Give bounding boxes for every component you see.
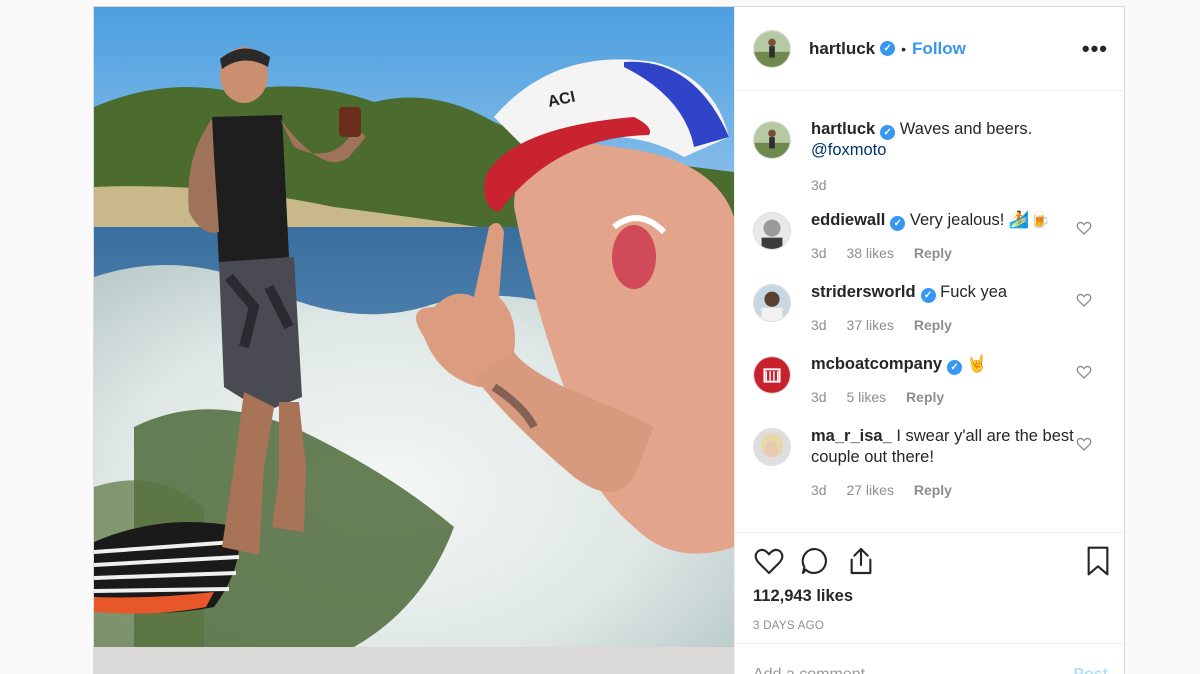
- post-photo-illustration: ACI: [94, 7, 734, 674]
- comment-text: 🤘: [966, 355, 988, 373]
- bookmark-icon[interactable]: [1082, 545, 1114, 577]
- likes-count[interactable]: 112,943 likes: [753, 587, 1108, 606]
- comment-text: Fuck yea: [940, 283, 1008, 301]
- comment-username[interactable]: ma_r_isa_: [811, 427, 892, 445]
- reply-button[interactable]: Reply: [906, 389, 944, 405]
- author-username[interactable]: hartluck: [809, 39, 875, 59]
- comment-bubble-icon[interactable]: [799, 545, 831, 577]
- verified-badge-icon: ✓: [880, 41, 896, 56]
- share-icon[interactable]: [845, 545, 877, 577]
- comment-like-heart-icon[interactable]: [1076, 292, 1092, 308]
- comment-username[interactable]: mcboatcompany: [811, 355, 942, 373]
- verified-badge-icon: ✓: [947, 360, 963, 375]
- author-avatar[interactable]: [753, 121, 791, 159]
- comment-username[interactable]: stridersworld: [811, 283, 916, 301]
- post-side-panel: hartluck ✓ • Follow ••• hartluck ✓ Waves …: [734, 7, 1124, 674]
- caption: hartluck ✓ Waves and beers. @foxmoto 3d: [753, 119, 1108, 196]
- separator-dot: •: [901, 40, 907, 57]
- add-comment-bar: Post: [735, 643, 1124, 674]
- comment-item: eddiewall ✓ Very jealous! 🏄🍺 3d 38 likes …: [753, 210, 1108, 264]
- comment-likes[interactable]: 27 likes: [846, 482, 893, 498]
- reply-button[interactable]: Reply: [914, 245, 952, 261]
- comment-item: ma_r_isa_ I swear y'all are the best cou…: [753, 426, 1108, 501]
- commenter-avatar[interactable]: [753, 284, 791, 322]
- comment-item: mcboatcompany ✓ 🤘 3d 5 likes Reply: [753, 354, 1108, 408]
- comments-list[interactable]: hartluck ✓ Waves and beers. @foxmoto 3d e…: [735, 92, 1124, 532]
- author-avatar[interactable]: [753, 29, 791, 68]
- verified-badge-icon: ✓: [880, 125, 896, 140]
- caption-body: hartluck ✓ Waves and beers. @foxmoto 3d: [811, 119, 1081, 196]
- comment-body: stridersworld ✓ Fuck yea 3d 37 likes Repl…: [811, 282, 1081, 336]
- commenter-avatar[interactable]: [753, 212, 791, 250]
- more-options-icon[interactable]: •••: [1082, 36, 1108, 62]
- comment-username[interactable]: eddiewall: [811, 211, 885, 229]
- post-photo[interactable]: ACI: [94, 7, 734, 674]
- caption-mention[interactable]: @foxmoto: [811, 140, 1081, 161]
- caption-time[interactable]: 3d: [811, 177, 827, 193]
- comment-likes[interactable]: 37 likes: [846, 317, 893, 333]
- comment-body: eddiewall ✓ Very jealous! 🏄🍺 3d 38 likes …: [811, 210, 1081, 264]
- comment-like-heart-icon[interactable]: [1076, 220, 1092, 236]
- caption-username[interactable]: hartluck: [811, 120, 875, 138]
- comment-body: ma_r_isa_ I swear y'all are the best cou…: [811, 426, 1081, 501]
- action-bar: [753, 533, 1109, 589]
- follow-button[interactable]: Follow: [912, 39, 966, 59]
- caption-text: Waves and beers.: [899, 120, 1033, 138]
- comment-time[interactable]: 3d: [811, 482, 827, 498]
- comment-time[interactable]: 3d: [811, 317, 827, 333]
- post-comment-button[interactable]: Post: [1073, 666, 1108, 674]
- verified-badge-icon: ✓: [890, 216, 906, 231]
- comment-text: Very jealous! 🏄🍺: [909, 211, 1051, 229]
- comment-like-heart-icon[interactable]: [1076, 364, 1092, 380]
- comment-time[interactable]: 3d: [811, 389, 827, 405]
- comment-body: mcboatcompany ✓ 🤘 3d 5 likes Reply: [811, 354, 1081, 408]
- commenter-avatar[interactable]: [753, 356, 791, 394]
- post-date[interactable]: 3 DAYS AGO: [753, 620, 1108, 632]
- reply-button[interactable]: Reply: [914, 317, 952, 333]
- reply-button[interactable]: Reply: [914, 482, 952, 498]
- comment-item: stridersworld ✓ Fuck yea 3d 37 likes Repl…: [753, 282, 1108, 336]
- post-header: hartluck ✓ • Follow •••: [735, 7, 1124, 91]
- comment-likes[interactable]: 5 likes: [846, 389, 886, 405]
- comment-time[interactable]: 3d: [811, 245, 827, 261]
- post-modal: ACI hartluck ✓ • Follow ••• hartluck ✓ W…: [93, 6, 1125, 674]
- commenter-avatar[interactable]: [753, 428, 791, 466]
- add-comment-input[interactable]: [753, 666, 1074, 674]
- comment-like-heart-icon[interactable]: [1076, 436, 1092, 452]
- heart-icon[interactable]: [753, 545, 785, 577]
- verified-badge-icon: ✓: [920, 288, 936, 303]
- comment-likes[interactable]: 38 likes: [846, 245, 893, 261]
